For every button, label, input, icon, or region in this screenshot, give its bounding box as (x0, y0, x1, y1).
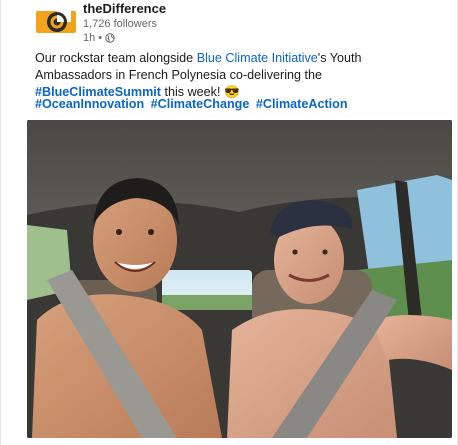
post-timestamp: 1h • (83, 31, 166, 45)
post-header: theDifference 1,726 followers 1h • (35, 1, 435, 45)
timestamp-text: 1h • (83, 32, 103, 44)
mention-link[interactable]: Blue Climate Initiative (197, 51, 318, 65)
feed-post: theDifference 1,726 followers 1h • Our r… (0, 0, 458, 445)
hashtag-link[interactable]: #ClimateChange (151, 97, 250, 111)
follower-count: 1,726 followers (83, 18, 157, 30)
author-name[interactable]: theDifference (83, 1, 166, 17)
post-text: Our rockstar team alongside Blue Climate… (35, 50, 435, 101)
hashtag-link[interactable]: #ClimateAction (256, 97, 348, 111)
hashtag-link[interactable]: #OceanInnovation (35, 97, 144, 111)
globe-icon (105, 33, 115, 43)
thedifference-logo-icon[interactable] (35, 5, 77, 35)
post-image[interactable] (27, 120, 452, 438)
text-segment: Our rockstar team alongside (35, 51, 197, 65)
author-meta: theDifference 1,726 followers 1h • (83, 1, 166, 45)
hashtag-list: #OceanInnovation #ClimateChange #Climate… (35, 97, 351, 111)
